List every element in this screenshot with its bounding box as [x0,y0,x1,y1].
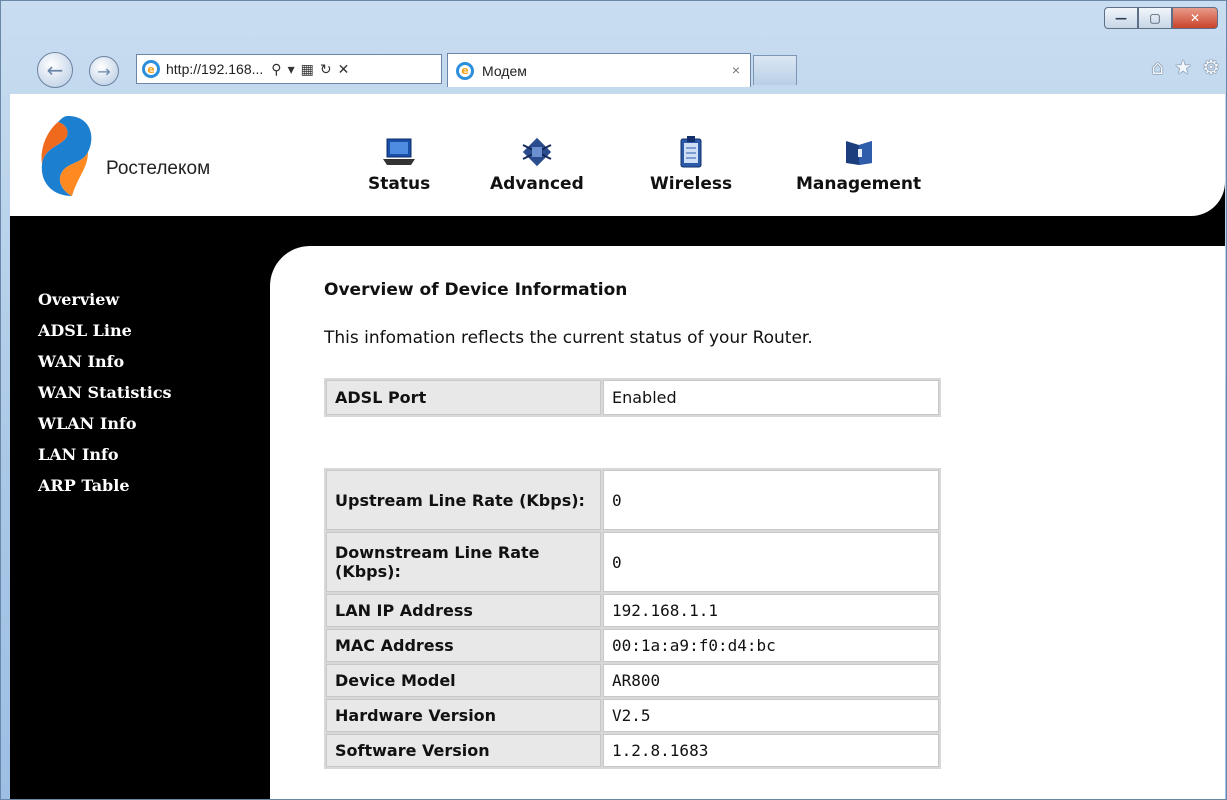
tab-close-icon[interactable]: × [732,62,740,78]
table-row: Upstream Line Rate (Kbps): 0 [326,470,939,530]
topnav-wireless-label: Wireless [650,174,733,194]
stop-icon[interactable]: ✕ [338,61,350,78]
device-model-label: Device Model [326,664,601,697]
mac-address-label: MAC Address [326,629,601,662]
topnav-advanced-label: Advanced [490,174,584,194]
brand-name: Ростелеком [106,158,211,179]
hardware-version-label: Hardware Version [326,699,601,732]
menu-overview[interactable]: Overview [38,284,172,315]
menu-adsl-line[interactable]: ADSL Line [38,315,172,346]
downstream-rate-label: Downstream Line Rate (Kbps): [326,532,601,592]
table-row: Hardware Version V2.5 [326,699,939,732]
compatibility-icon[interactable]: ▦ [301,61,314,78]
page-viewport: Ростелеком Status Advanced Wireless Mana… [10,94,1225,799]
browser-tab[interactable]: e Модем × [447,53,751,87]
adsl-port-table: ADSL Port Enabled [324,378,941,417]
topnav-status-label: Status [368,174,431,194]
favorites-star-icon[interactable]: ★ [1174,55,1192,79]
content-panel: Overview of Device Information This info… [270,246,1225,799]
forward-button[interactable]: → [89,56,119,86]
software-version-value: 1.2.8.1683 [603,734,939,767]
upstream-rate-label: Upstream Line Rate (Kbps): [326,470,601,530]
table-row: Device Model AR800 [326,664,939,697]
home-icon[interactable]: ⌂ [1151,55,1164,79]
address-tools: ⚲ ▾ ▦ ↻ ✕ [271,61,349,78]
laptop-icon [379,134,419,170]
side-menu: Overview ADSL Line WAN Info WAN Statisti… [38,284,172,501]
mac-address-value: 00:1a:a9:f0:d4:bc [603,629,939,662]
book-icon [839,134,879,170]
topnav-advanced[interactable]: Advanced [490,134,584,194]
close-button[interactable]: ✕ [1172,7,1218,29]
clipboard-icon [671,134,711,170]
table-row: Software Version 1.2.8.1683 [326,734,939,767]
menu-lan-info[interactable]: LAN Info [38,439,172,470]
menu-wan-info[interactable]: WAN Info [38,346,172,377]
minimize-button[interactable]: — [1104,7,1138,29]
back-button[interactable]: ← [37,52,73,88]
topnav-management-label: Management [796,174,922,194]
lan-ip-value: 192.168.1.1 [603,594,939,627]
upstream-rate-value: 0 [603,470,939,530]
menu-wan-statistics[interactable]: WAN Statistics [38,377,172,408]
adsl-port-label: ADSL Port [326,380,601,415]
new-tab-button[interactable] [753,55,797,85]
table-row: Downstream Line Rate (Kbps): 0 [326,532,939,592]
topnav-wireless[interactable]: Wireless [650,134,732,194]
table-row: ADSL Port Enabled [326,380,939,415]
page-header: Ростелеком Status Advanced Wireless Mana… [10,94,1225,216]
address-bar[interactable]: e http://192.168... ⚲ ▾ ▦ ↻ ✕ [136,54,442,84]
refresh-icon[interactable]: ↻ [320,61,332,78]
maximize-button[interactable]: ▢ [1138,7,1172,29]
topnav-management[interactable]: Management [796,134,921,194]
ie-icon: e [142,60,160,78]
downstream-rate-value: 0 [603,532,939,592]
table-row: MAC Address 00:1a:a9:f0:d4:bc [326,629,939,662]
tab-title: Модем [482,62,527,79]
menu-arp-table[interactable]: ARP Table [38,470,172,501]
settings-gear-icon[interactable]: ⚙ [1202,55,1220,79]
device-model-value: AR800 [603,664,939,697]
device-info-table: Upstream Line Rate (Kbps): 0 Downstream … [324,468,941,769]
tab-ie-icon: e [456,61,474,80]
browser-toolbar-icons: ⌂ ★ ⚙ [1151,55,1220,79]
page-description: This infomation reflects the current sta… [324,328,813,348]
browser-window: — ▢ ✕ ← → e http://192.168... ⚲ ▾ ▦ ↻ ✕ … [0,0,1227,800]
address-url[interactable]: http://192.168... [166,61,263,77]
adsl-port-value: Enabled [603,380,939,415]
page-title: Overview of Device Information [324,280,628,300]
software-version-label: Software Version [326,734,601,767]
dropdown-icon[interactable]: ▾ [288,61,295,78]
topnav-status[interactable]: Status [368,134,430,194]
hardware-version-value: V2.5 [603,699,939,732]
table-row: LAN IP Address 192.168.1.1 [326,594,939,627]
menu-wlan-info[interactable]: WLAN Info [38,408,172,439]
rostelecom-logo-icon [41,116,92,196]
search-icon[interactable]: ⚲ [271,61,281,78]
lan-ip-label: LAN IP Address [326,594,601,627]
window-controls: — ▢ ✕ [1104,7,1218,29]
chip-icon [517,134,557,170]
